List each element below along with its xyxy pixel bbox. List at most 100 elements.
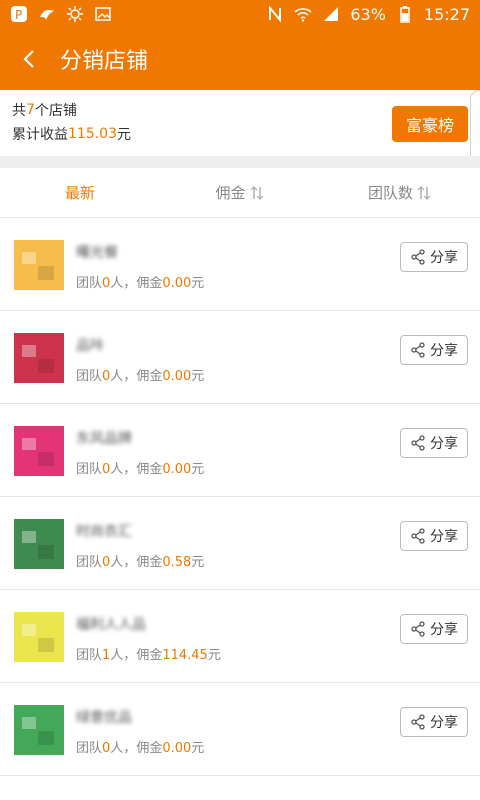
- share-button[interactable]: 分享: [400, 614, 468, 644]
- svg-text:P: P: [15, 8, 22, 22]
- wifi-icon: [294, 5, 312, 23]
- signal-icon: [322, 5, 340, 23]
- image-icon: [94, 5, 112, 23]
- shop-row[interactable]: 时尚衣汇 团队0人，佣金0.58元 分享: [0, 497, 480, 590]
- team-label: 团队: [76, 648, 103, 663]
- app-p-icon: P: [10, 5, 28, 23]
- commission-unit: 元: [191, 741, 205, 756]
- share-icon: [411, 435, 425, 451]
- shops-prefix: 共: [12, 103, 26, 119]
- commission-value: 0.58: [162, 555, 192, 570]
- shop-thumbnail: [12, 703, 66, 757]
- team-unit: 人，: [110, 555, 137, 570]
- share-button[interactable]: 分享: [400, 428, 468, 458]
- share-button[interactable]: 分享: [400, 242, 468, 272]
- shop-thumbnail: [12, 610, 66, 664]
- team-unit: 人，: [110, 276, 137, 291]
- shop-stats: 团队0人，佣金0.58元: [76, 551, 204, 570]
- team-unit: 人，: [110, 369, 137, 384]
- shop-name: 绿意优品: [76, 710, 132, 726]
- shop-name: 曙光餐: [76, 245, 118, 261]
- tab-label: 团队数: [367, 184, 413, 202]
- shop-thumbnail: [12, 331, 66, 385]
- share-label: 分享: [430, 343, 458, 359]
- commission-value: 0.00: [162, 462, 192, 477]
- team-unit: 人，: [110, 462, 137, 477]
- shop-row[interactable]: 曙光餐 团队0人，佣金0.00元 分享: [0, 218, 480, 311]
- share-button[interactable]: 分享: [400, 707, 468, 737]
- earnings-unit: 元: [117, 127, 131, 143]
- shop-stats: 团队0人，佣金0.00元: [76, 365, 204, 384]
- shop-stats: 团队0人，佣金0.00元: [76, 737, 204, 756]
- page-title: 分销店铺: [60, 49, 149, 74]
- shop-row[interactable]: 东风品牌 团队0人，佣金0.00元 分享: [0, 404, 480, 497]
- commission-label: 佣金: [136, 741, 163, 756]
- shops-suffix: 个店铺: [34, 103, 77, 119]
- commission-value: 0.00: [162, 741, 192, 756]
- back-button[interactable]: [0, 28, 60, 90]
- share-label: 分享: [430, 250, 458, 266]
- shop-thumbnail: [12, 238, 66, 292]
- commission-unit: 元: [207, 648, 221, 663]
- shop-row[interactable]: 品咔 团队0人，佣金0.00元 分享: [0, 311, 480, 404]
- shop-name: 福利人人品: [76, 617, 146, 633]
- shop-row[interactable]: 绿意优品 团队0人，佣金0.00元 分享: [0, 683, 480, 776]
- status-right: 63% 15:27: [266, 5, 470, 24]
- shop-name: 时尚衣汇: [76, 524, 132, 540]
- team-label: 团队: [76, 741, 103, 756]
- team-label: 团队: [76, 555, 103, 570]
- shop-thumbnail: [12, 424, 66, 478]
- share-icon: [411, 714, 425, 730]
- tab-team-count[interactable]: 团队数: [320, 168, 480, 217]
- share-label: 分享: [430, 529, 458, 545]
- share-label: 分享: [430, 436, 458, 452]
- clock: 15:27: [423, 4, 470, 24]
- status-left: P: [10, 5, 112, 23]
- battery-icon: [396, 5, 414, 23]
- commission-label: 佣金: [136, 369, 163, 384]
- team-label: 团队: [76, 462, 103, 477]
- share-icon: [411, 342, 425, 358]
- rich-list-button[interactable]: 富豪榜: [392, 106, 468, 142]
- shop-stats: 团队0人，佣金0.00元: [76, 458, 204, 477]
- share-icon: [411, 528, 425, 544]
- share-label: 分享: [430, 715, 458, 731]
- status-bar: P 63% 15:27: [0, 0, 480, 28]
- battery-percent: 63%: [350, 4, 386, 24]
- shop-row[interactable]: 福利人人品 团队1人，佣金114.45元 分享: [0, 590, 480, 683]
- shop-name: 东风品牌: [76, 431, 132, 447]
- commission-value: 114.45: [162, 648, 208, 663]
- section-divider: [0, 156, 480, 168]
- share-icon: [411, 621, 425, 637]
- shop-name: 品咔: [76, 338, 104, 354]
- tab-label: 最新: [64, 184, 95, 202]
- team-unit: 人，: [110, 741, 137, 756]
- sort-tabs: 最新 佣金 团队数: [0, 168, 480, 218]
- share-label: 分享: [430, 622, 458, 638]
- shops-count: 7: [26, 102, 35, 118]
- tab-commission[interactable]: 佣金: [160, 168, 320, 217]
- team-label: 团队: [76, 276, 103, 291]
- commission-unit: 元: [191, 462, 205, 477]
- earnings-value: 115.03: [68, 126, 117, 142]
- commission-label: 佣金: [136, 648, 163, 663]
- share-button[interactable]: 分享: [400, 335, 468, 365]
- commission-unit: 元: [191, 276, 205, 291]
- commission-unit: 元: [191, 555, 205, 570]
- sun-icon: [66, 5, 84, 23]
- team-unit: 人，: [110, 648, 137, 663]
- sort-icon: [416, 185, 432, 201]
- commission-unit: 元: [191, 369, 205, 384]
- share-button[interactable]: 分享: [400, 521, 468, 551]
- team-label: 团队: [76, 369, 103, 384]
- commission-value: 0.00: [162, 369, 192, 384]
- tab-latest[interactable]: 最新: [0, 168, 160, 217]
- chevron-left-icon: [23, 50, 34, 68]
- shop-list: 曙光餐 团队0人，佣金0.00元 分享 品咔 团队0人，佣金0.00元 分享 东…: [0, 218, 480, 776]
- shop-thumbnail: [12, 517, 66, 571]
- commission-label: 佣金: [136, 462, 163, 477]
- commission-label: 佣金: [136, 555, 163, 570]
- shop-stats: 团队0人，佣金0.00元: [76, 272, 204, 291]
- commission-label: 佣金: [136, 276, 163, 291]
- earnings-label: 累计收益: [12, 127, 68, 143]
